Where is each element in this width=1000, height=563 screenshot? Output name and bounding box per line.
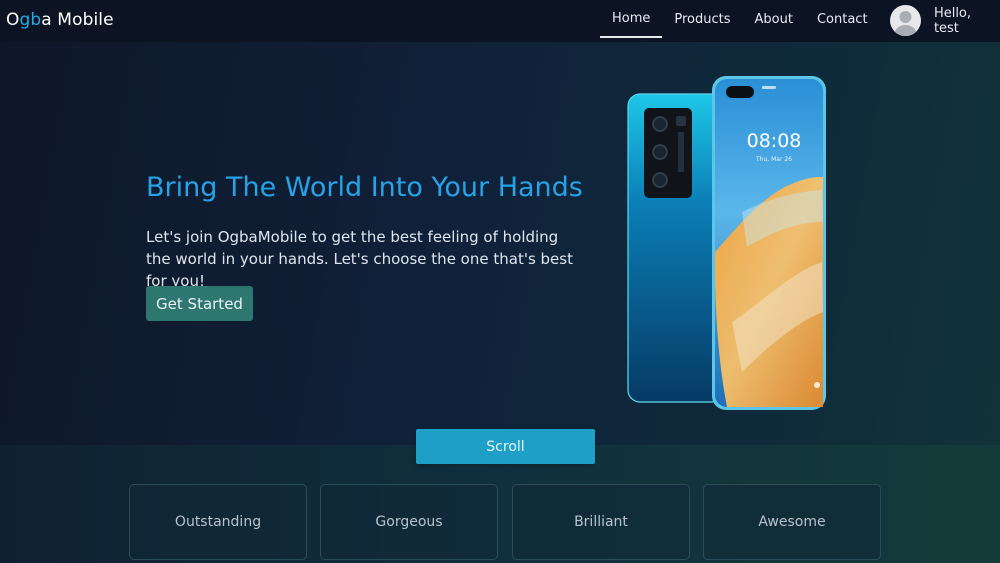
feature-card-label: Awesome [758, 514, 826, 530]
feature-card-label: Outstanding [174, 514, 262, 530]
feature-card-gorgeous: Gorgeous [320, 484, 498, 560]
phone-image: 08:08 Thu, Mar 26 [622, 72, 832, 414]
phone-clock-date: Thu, Mar 26 [755, 156, 792, 163]
user-avatar-icon[interactable] [890, 5, 921, 36]
brand-logo[interactable]: Ogba Mobile [6, 10, 114, 30]
nav-products[interactable]: Products [662, 0, 742, 40]
nav-contact[interactable]: Contact [805, 0, 880, 40]
feature-card-label: Gorgeous [375, 514, 443, 530]
feature-card-label: Brilliant [574, 514, 628, 530]
nav-links: Home Products About Contact [600, 0, 880, 42]
brand-text-part1: O [6, 10, 20, 30]
hero-title: Bring The World Into Your Hands [146, 172, 583, 203]
brand-text-part2: gb [19, 10, 42, 30]
user-greeting: Hello, test [933, 5, 972, 36]
hero-description: Let's join OgbaMobile to get the best fe… [146, 228, 573, 290]
scroll-button[interactable]: Scroll [416, 429, 595, 464]
navbar: Ogba Mobile Home Products About Contact … [0, 0, 1000, 42]
brand-text-part3: a Mobile [41, 10, 114, 30]
feature-card-brilliant: Brilliant [512, 484, 690, 560]
get-started-button[interactable]: Get Started [146, 286, 253, 321]
page: Ogba Mobile Home Products About Contact … [0, 0, 1000, 563]
phone-clock-time: 08:08 [747, 130, 802, 152]
nav-about[interactable]: About [743, 0, 805, 40]
user-menu[interactable]: Hello, test [890, 5, 1000, 36]
feature-card-outstanding: Outstanding [129, 484, 307, 560]
feature-card-awesome: Awesome [703, 484, 881, 560]
nav-home[interactable]: Home [600, 0, 663, 38]
